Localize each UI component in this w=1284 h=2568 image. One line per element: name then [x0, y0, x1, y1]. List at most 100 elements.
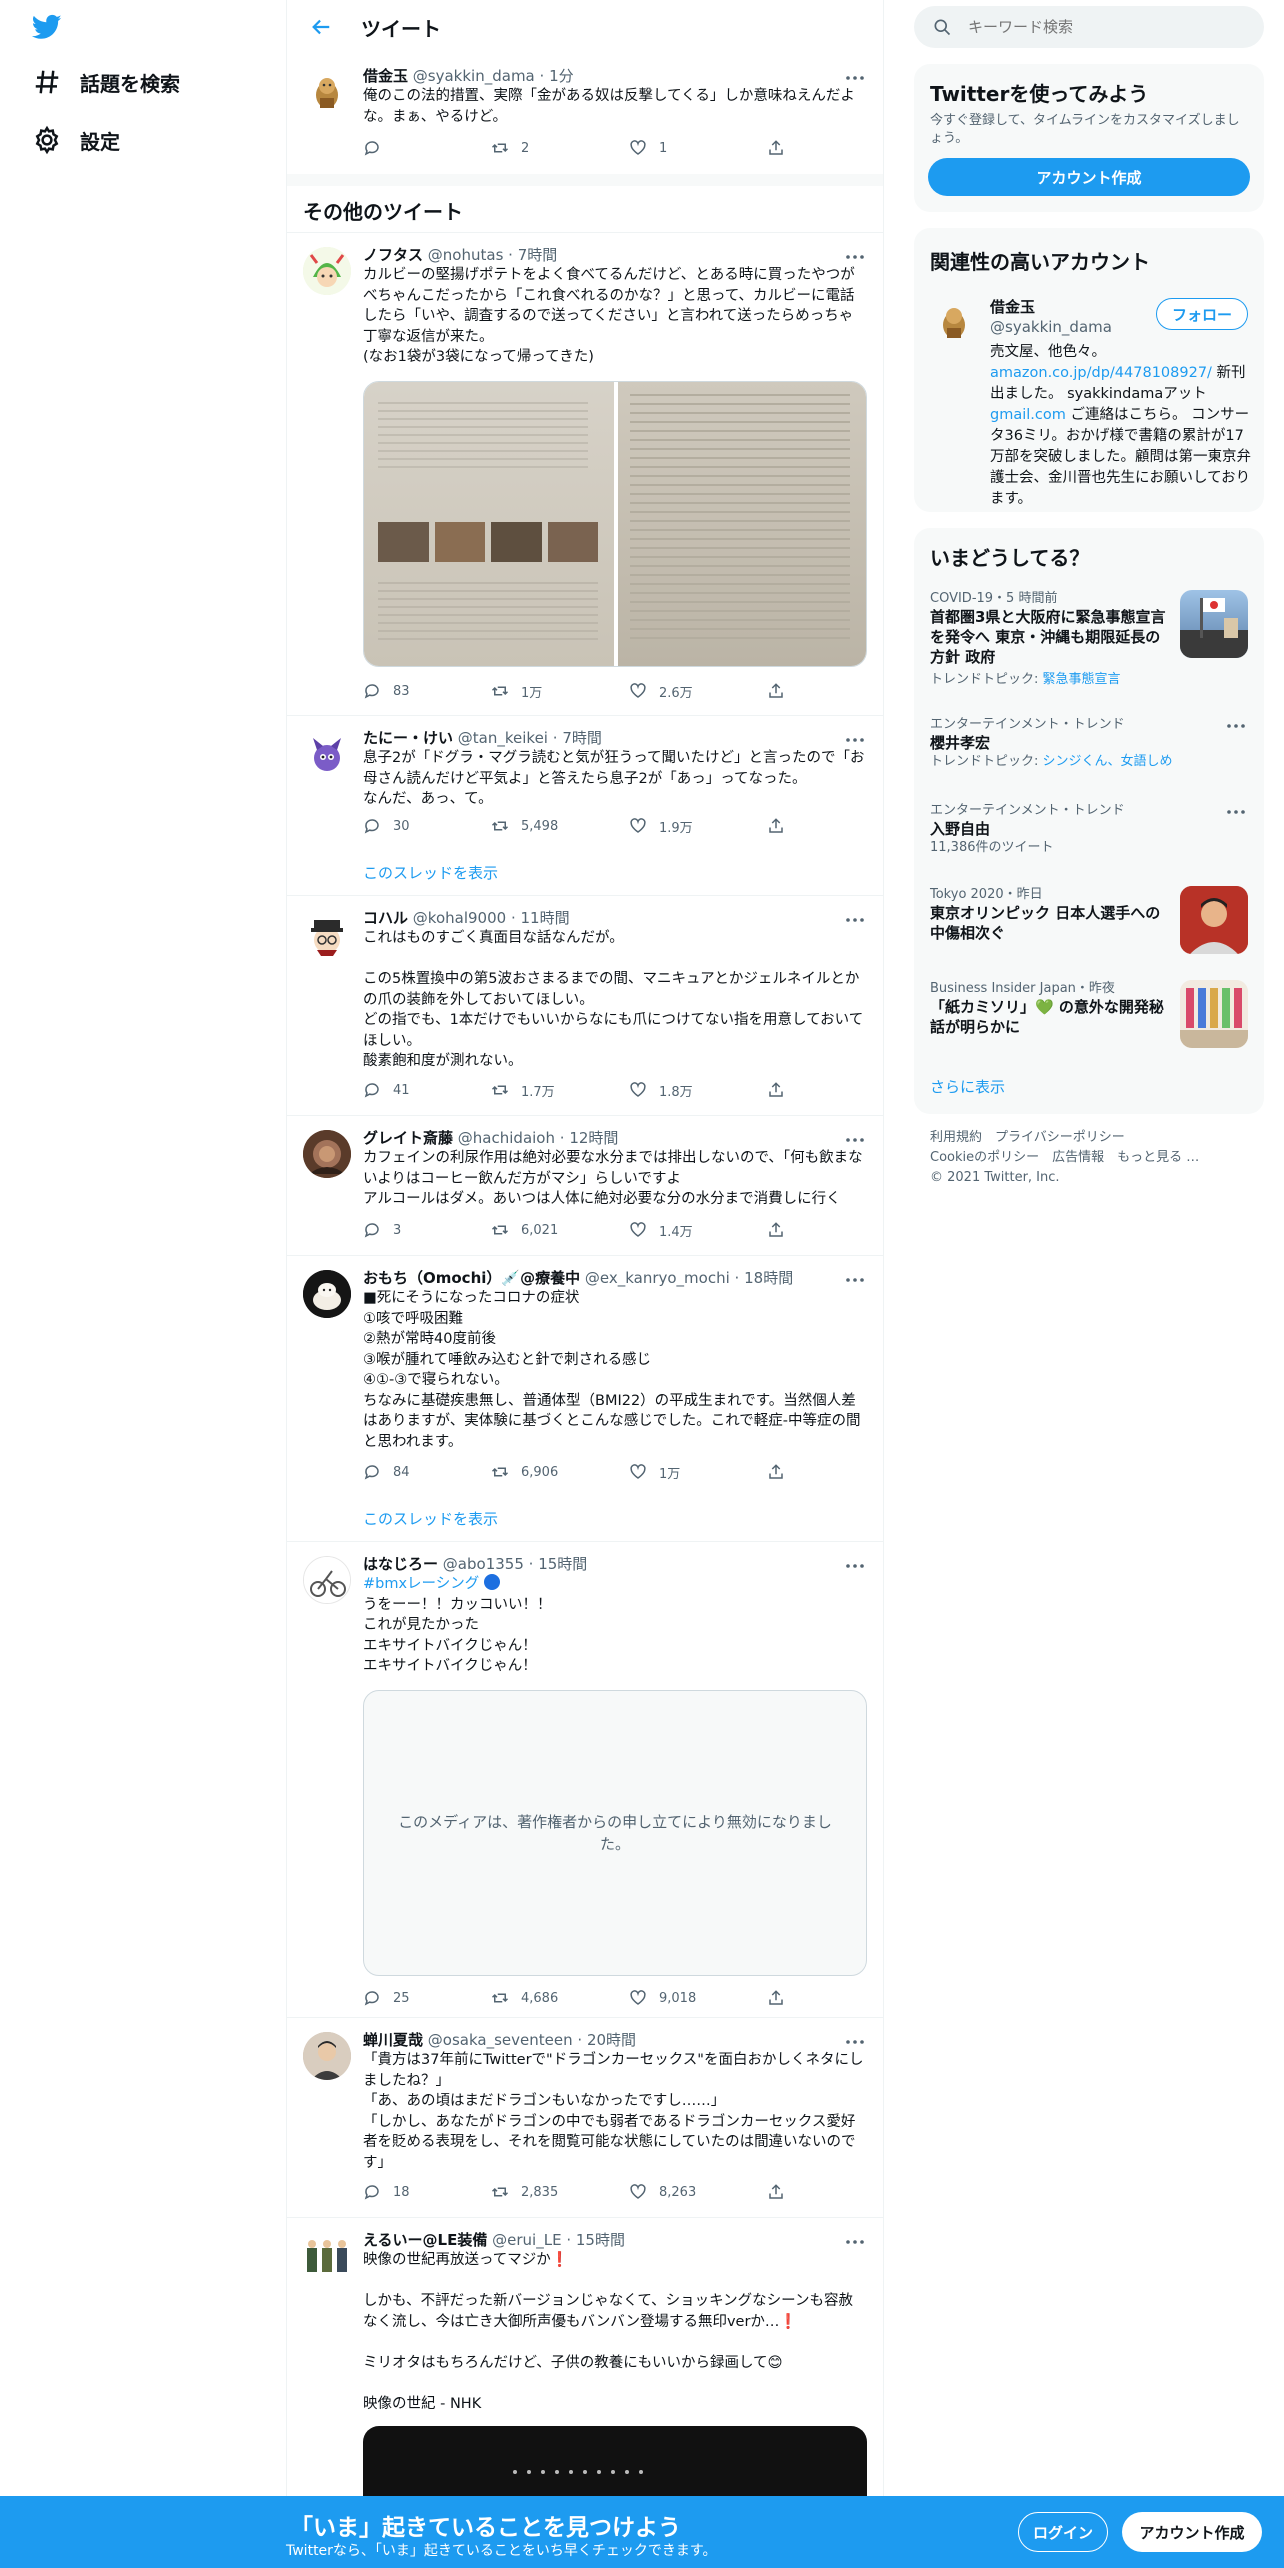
- share-button[interactable]: [767, 2183, 797, 2201]
- author-handle[interactable]: @kohal9000: [413, 909, 506, 927]
- trend-item[interactable]: Business Insider Japan・昨夜 「紙カミソリ」💚 の意外な開…: [914, 980, 1264, 1060]
- bio-link[interactable]: amazon.co.jp/dp/4478108927/: [990, 365, 1212, 381]
- author-handle[interactable]: @abo1355: [443, 1555, 524, 1573]
- trend-sub-link[interactable]: シンジくん、女語しめ: [1043, 754, 1173, 769]
- avatar[interactable]: [303, 1556, 351, 1604]
- tweet-time[interactable]: 12時間: [569, 1129, 618, 1147]
- more-icon[interactable]: [843, 2032, 867, 2052]
- retweet-button[interactable]: 4,686: [491, 1989, 629, 2007]
- author-name[interactable]: グレイト斎藤: [363, 1129, 453, 1147]
- trend-sub-link[interactable]: 緊急事態宣言: [1043, 672, 1121, 687]
- tweet-time[interactable]: 7時間: [518, 246, 558, 264]
- nav-settings[interactable]: 設定: [32, 118, 120, 162]
- trend-item[interactable]: Tokyo 2020・昨日 東京オリンピック 日本人選手への中傷相次ぐ: [914, 886, 1264, 966]
- like-button[interactable]: 9,018: [629, 1989, 767, 2007]
- create-account-button[interactable]: アカウント作成: [928, 158, 1250, 196]
- retweet-button[interactable]: 1万: [491, 682, 629, 701]
- hashtag-link[interactable]: #bmxレーシング: [363, 1576, 479, 1592]
- show-thread-link[interactable]: このスレッドを表示: [363, 862, 498, 883]
- twitter-logo-icon[interactable]: [30, 12, 64, 42]
- avatar[interactable]: [303, 68, 351, 116]
- more-icon[interactable]: [843, 1270, 867, 1290]
- tweet-card[interactable]: えるいー@LE装備 @erui_LE · 15時間 映像の世紀再放送ってマジか❗…: [287, 2218, 883, 2506]
- trend-item[interactable]: エンターテインメント・トレンド 櫻井孝宏 トレンドトピック: シンジくん、女語し…: [914, 716, 1264, 786]
- like-button[interactable]: 8,263: [629, 2183, 767, 2201]
- reply-button[interactable]: 41: [363, 1081, 491, 1099]
- like-button[interactable]: 1.4万: [629, 1221, 767, 1240]
- retweet-button[interactable]: 6,906: [491, 1463, 629, 1481]
- more-icon[interactable]: [843, 1130, 867, 1150]
- share-button[interactable]: [767, 817, 797, 835]
- author-name[interactable]: たにー・けい: [363, 729, 453, 747]
- retweet-button[interactable]: 2,835: [491, 2183, 629, 2201]
- reply-button[interactable]: 30: [363, 817, 491, 835]
- author-handle[interactable]: @ex_kanryo_mochi: [585, 1269, 730, 1287]
- footer-line[interactable]: 利用規約 プライバシーポリシー: [930, 1128, 1199, 1148]
- tweet-time[interactable]: 7時間: [562, 729, 602, 747]
- tweet-card[interactable]: コハル @kohal9000 · 11時間 これはものすごく真面目な話なんだが。…: [287, 896, 883, 1116]
- tweet-time[interactable]: 15時間: [538, 1555, 587, 1573]
- tweet-time[interactable]: 18時間: [744, 1269, 793, 1287]
- account-handle[interactable]: @syakkin_dama: [990, 318, 1112, 336]
- search-input[interactable]: [968, 18, 1228, 36]
- tweet-media[interactable]: [363, 381, 867, 667]
- nav-explore[interactable]: 話題を検索: [32, 60, 180, 104]
- more-icon[interactable]: [1224, 716, 1248, 736]
- author-handle[interactable]: @syakkin_dama: [413, 67, 535, 85]
- author-name[interactable]: ノフタス: [363, 246, 423, 264]
- show-thread-link[interactable]: このスレッドを表示: [363, 1508, 498, 1529]
- share-button[interactable]: [767, 139, 797, 157]
- avatar[interactable]: [303, 1130, 351, 1178]
- avatar[interactable]: [303, 910, 351, 958]
- tweet-card[interactable]: 蝉川夏哉 @osaka_seventeen · 20時間 「貴方は37年前にTw…: [287, 2018, 883, 2218]
- like-button[interactable]: 1万: [629, 1463, 767, 1482]
- retweet-button[interactable]: 6,021: [491, 1221, 629, 1239]
- login-button[interactable]: ログイン: [1018, 2512, 1108, 2552]
- search-bar[interactable]: [914, 6, 1264, 48]
- link-card-media[interactable]: [363, 2426, 867, 2506]
- avatar[interactable]: [303, 1270, 351, 1318]
- retweet-button[interactable]: 5,498: [491, 817, 629, 835]
- like-button[interactable]: 1.9万: [629, 817, 767, 836]
- retweet-button[interactable]: 1.7万: [491, 1081, 629, 1100]
- share-button[interactable]: [767, 1463, 797, 1481]
- author-name[interactable]: 蝉川夏哉: [363, 2031, 423, 2049]
- avatar[interactable]: [303, 730, 351, 778]
- share-button[interactable]: [767, 682, 797, 700]
- author-name[interactable]: おもち（Omochi）💉@療養中: [363, 1269, 580, 1287]
- follow-button[interactable]: フォロー: [1156, 298, 1248, 330]
- author-name[interactable]: 借金玉: [363, 67, 408, 85]
- reply-button[interactable]: 83: [363, 682, 491, 700]
- footer-line[interactable]: Cookieのポリシー 広告情報 もっと見る …: [930, 1148, 1199, 1168]
- bio-link[interactable]: gmail.com: [990, 407, 1066, 423]
- tweet-card[interactable]: はなじろー @abo1355 · 15時間 #bmxレーシング うをーー！！カッ…: [287, 1542, 883, 2018]
- media-image[interactable]: [618, 382, 866, 666]
- reply-button[interactable]: 84: [363, 1463, 491, 1481]
- author-handle[interactable]: @erui_LE: [492, 2231, 561, 2249]
- more-icon[interactable]: [1224, 802, 1248, 822]
- avatar[interactable]: [930, 298, 978, 346]
- tweet-card[interactable]: グレイト斎藤 @hachidaioh · 12時間 カフェインの利尿作用は絶対必…: [287, 1116, 883, 1256]
- reply-button[interactable]: 25: [363, 1989, 491, 2007]
- like-button[interactable]: 1.8万: [629, 1081, 767, 1100]
- signup-button[interactable]: アカウント作成: [1122, 2512, 1262, 2552]
- tweet-card[interactable]: ノフタス @nohutas · 7時間 カルビーの堅揚げポテトをよく食べてるんだ…: [287, 232, 883, 716]
- avatar[interactable]: [303, 2232, 351, 2280]
- more-icon[interactable]: [843, 1556, 867, 1576]
- retweet-button[interactable]: 2: [491, 139, 629, 157]
- author-handle[interactable]: @osaka_seventeen: [428, 2031, 573, 2049]
- author-name[interactable]: はなじろー: [363, 1555, 438, 1573]
- author-handle[interactable]: @tan_keikei: [458, 729, 548, 747]
- reply-button[interactable]: 3: [363, 1221, 491, 1239]
- account-name[interactable]: 借金玉: [990, 296, 1035, 317]
- media-image[interactable]: [364, 382, 614, 666]
- main-tweet[interactable]: 借金玉 @syakkin_dama · 1分 俺のこの法的措置、実際「金がある奴…: [287, 54, 883, 174]
- more-icon[interactable]: [843, 2232, 867, 2252]
- author-handle[interactable]: @hachidaioh: [458, 1129, 555, 1147]
- tweet-time[interactable]: 15時間: [576, 2231, 625, 2249]
- author-name[interactable]: コハル: [363, 909, 408, 927]
- show-more-link[interactable]: さらに表示: [930, 1076, 1005, 1097]
- more-icon[interactable]: [843, 68, 867, 88]
- tweet-card[interactable]: おもち（Omochi）💉@療養中 @ex_kanryo_mochi · 18時間…: [287, 1256, 883, 1542]
- like-button[interactable]: 1: [629, 139, 767, 157]
